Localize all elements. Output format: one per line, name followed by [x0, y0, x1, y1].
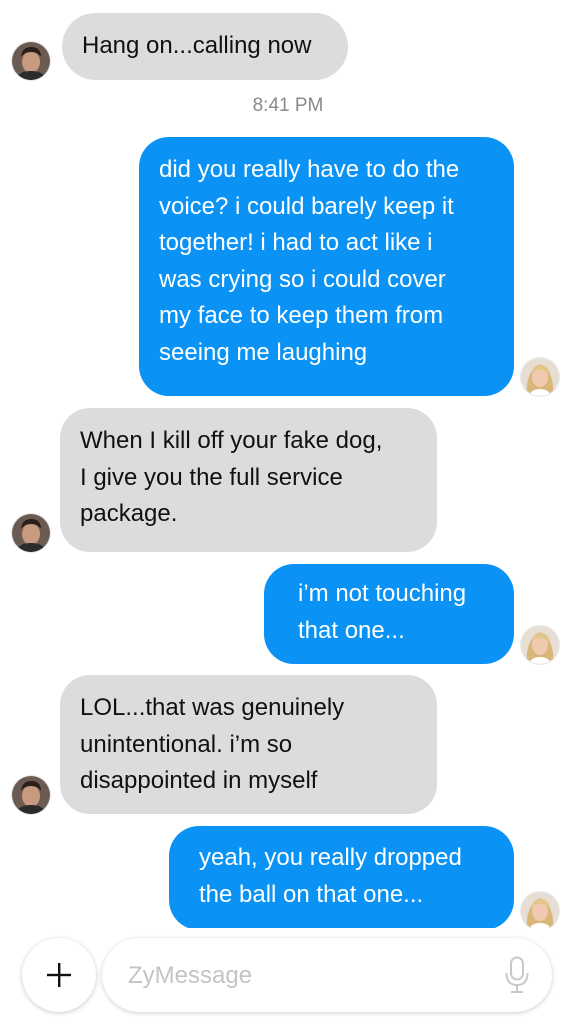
chat-screen: Hang on...calling now 8:41 PM did you re…: [0, 0, 576, 1024]
plus-icon: [47, 963, 71, 987]
add-attachment-button[interactable]: [22, 938, 96, 1012]
message-input[interactable]: [126, 954, 490, 998]
contact-avatar[interactable]: [12, 514, 50, 552]
message-input-container[interactable]: [102, 938, 552, 1012]
message-bubble-outgoing: i’m not touching that one...: [264, 564, 514, 664]
user-avatar[interactable]: [521, 892, 559, 930]
user-avatar[interactable]: [521, 358, 559, 396]
message-bubble-incoming: LOL...that was genuinely unintentional. …: [60, 675, 437, 814]
microphone-icon[interactable]: [504, 956, 530, 994]
message-composer: [0, 928, 576, 1024]
message-timestamp: 8:41 PM: [252, 95, 324, 116]
message-bubble-outgoing: did you really have to do the voice? i c…: [139, 137, 514, 396]
user-avatar[interactable]: [521, 626, 559, 664]
message-bubble-incoming: Hang on...calling now: [62, 13, 348, 80]
message-bubble-outgoing: yeah, you really dropped the ball on tha…: [169, 826, 514, 930]
contact-avatar[interactable]: [12, 776, 50, 814]
message-bubble-incoming: When I kill off your fake dog, I give yo…: [60, 408, 437, 552]
contact-avatar[interactable]: [12, 42, 50, 80]
